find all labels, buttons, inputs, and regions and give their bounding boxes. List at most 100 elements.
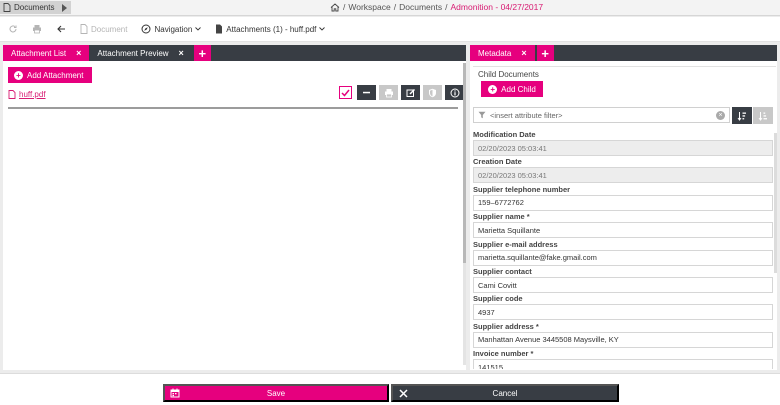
supplier-address-input[interactable]: Manhattan Avenue 3445508 Maysville, KY [473, 331, 773, 348]
clear-icon[interactable]: × [716, 110, 725, 120]
attachment-file-name: huff.pdf [19, 90, 46, 99]
edit-icon [406, 88, 415, 97]
supplier-code-input[interactable]: 4937 [473, 304, 773, 321]
shield-icon [429, 88, 436, 97]
document-icon [80, 24, 88, 34]
pdf-file-icon [8, 90, 16, 99]
tab-label: Metadata [478, 48, 512, 58]
field-invoice-number: Invoice number * 141515 [473, 348, 773, 369]
supplier-contact-input[interactable]: Cami Covitt [473, 277, 773, 293]
attachment-checkbox[interactable] [339, 86, 352, 99]
attachments-dropdown[interactable]: Attachments (1) - huff.pdf [215, 24, 326, 34]
sort-ascending-button[interactable] [732, 107, 752, 124]
child-documents-title: Child Documents [478, 70, 539, 79]
sort-descending-button[interactable] [753, 107, 773, 124]
print-attachment-button[interactable] [379, 85, 398, 100]
attachments-tabbar: Attachment List × Attachment Preview × + [3, 45, 466, 61]
top-bar: Documents / Workspace / Documents / Admo… [0, 0, 780, 16]
chevron-down-icon [195, 27, 202, 31]
breadcrumb-current: Admonition - 04/27/2017 [450, 2, 544, 12]
field-label: Supplier address * [473, 321, 539, 331]
field-supplier-address: Supplier address * Manhattan Avenue 3445… [473, 321, 773, 348]
metadata-tabbar: Metadata × + [470, 45, 777, 61]
save-button[interactable]: Save [163, 384, 389, 402]
save-button-label: Save [266, 388, 286, 398]
compass-icon [141, 24, 151, 34]
child-documents-section: Child Documents + Add Child [473, 66, 776, 100]
add-attachment-label: Add Attachment [27, 70, 84, 80]
supplier-name-input[interactable]: Marietta Squillante [473, 222, 773, 239]
close-icon[interactable]: × [521, 48, 526, 58]
printer-icon [33, 25, 41, 34]
navigation-label: Navigation [154, 24, 193, 34]
close-icon[interactable]: × [76, 48, 81, 58]
plus-icon: + [488, 84, 498, 94]
filter-icon [478, 111, 486, 119]
remove-attachment-button[interactable] [357, 85, 376, 100]
breadcrumb-workspace[interactable]: Workspace [348, 2, 390, 12]
chevron-down-icon [319, 27, 326, 31]
close-icon [393, 388, 413, 398]
plus-icon: + [14, 70, 23, 80]
invoice-number-input[interactable]: 141515 [473, 359, 773, 369]
field-label: Supplier e-mail address [473, 239, 558, 249]
supplier-telephone-input[interactable]: 159–6772762 [473, 194, 773, 211]
breadcrumb-separator: / [343, 2, 346, 12]
tab-attachment-list[interactable]: Attachment List × [3, 45, 90, 61]
attribute-filter-placeholder: <insert attribute filter> [490, 110, 563, 120]
attachments-scrollbar[interactable] [463, 63, 466, 365]
scrollbar-thumb[interactable] [463, 63, 466, 263]
home-icon[interactable] [330, 2, 340, 12]
print-button[interactable] [32, 24, 42, 34]
tab-metadata[interactable]: Metadata × [470, 45, 535, 61]
documents-button[interactable]: Documents [0, 1, 71, 14]
footer-bar: Save Cancel [0, 373, 780, 405]
tab-attachment-preview[interactable]: Attachment Preview × [89, 45, 191, 61]
field-label: Supplier telephone number [473, 184, 571, 194]
navigation-dropdown[interactable]: Navigation [141, 24, 202, 34]
field-label: Supplier code [473, 294, 523, 304]
info-attachment-button[interactable] [445, 85, 464, 100]
sort-ascending-icon [737, 111, 746, 121]
field-supplier-email: Supplier e-mail address marietta.squilla… [473, 239, 773, 266]
add-child-button[interactable]: + Add Child [481, 81, 543, 97]
close-icon[interactable]: × [179, 48, 184, 58]
attachment-file-link[interactable]: huff.pdf [8, 90, 46, 99]
add-tab-button[interactable]: + [193, 45, 211, 61]
document-button-label: Document [91, 24, 128, 34]
cancel-button-label: Cancel [492, 388, 518, 398]
document-button[interactable]: Document [80, 24, 127, 34]
documents-button-label: Documents [14, 3, 55, 12]
field-label: Supplier name * [473, 212, 530, 222]
field-label: Supplier contact [473, 267, 532, 276]
supplier-email-input[interactable]: marietta.squillante@fake.gmail.com [473, 249, 773, 266]
field-modification-date: Modification Date 02/20/2023 05:03:41 [473, 129, 773, 156]
breadcrumb-documents[interactable]: Documents [399, 2, 442, 12]
breadcrumb: / Workspace / Documents / Admonition - 0… [330, 2, 543, 12]
metadata-panel: Metadata × + Child Documents + Add Child… [470, 45, 777, 370]
refresh-button[interactable] [8, 24, 18, 34]
add-attachment-button[interactable]: + Add Attachment [8, 67, 92, 83]
field-supplier-contact: Supplier contact Cami Covitt [473, 266, 773, 293]
toolbar: Document Navigation Attachments (1) - hu… [0, 17, 780, 42]
protect-attachment-button[interactable] [423, 85, 442, 100]
add-tab-button[interactable]: + [536, 45, 554, 61]
tab-label: Attachment List [11, 48, 67, 58]
printer-icon [384, 88, 393, 97]
back-button[interactable] [56, 24, 66, 34]
minus-icon [363, 91, 370, 94]
attribute-filter-input[interactable]: <insert attribute filter> × [473, 107, 730, 123]
calendar-icon [165, 388, 185, 398]
metadata-fields: Modification Date 02/20/2023 05:03:41 Cr… [473, 129, 776, 369]
cancel-button[interactable]: Cancel [391, 384, 619, 402]
arrow-left-icon [57, 25, 65, 33]
sort-descending-icon [758, 111, 767, 121]
tab-label: Attachment Preview [97, 48, 169, 58]
attachment-actions [339, 85, 464, 100]
attachments-label: Attachments (1) - huff.pdf [226, 24, 317, 34]
file-icon [216, 24, 223, 34]
edit-attachment-button[interactable] [401, 85, 420, 100]
metadata-scrollbar[interactable] [774, 133, 777, 273]
field-label: Modification Date [473, 130, 536, 139]
field-creation-date: Creation Date 02/20/2023 05:03:41 [473, 156, 773, 184]
